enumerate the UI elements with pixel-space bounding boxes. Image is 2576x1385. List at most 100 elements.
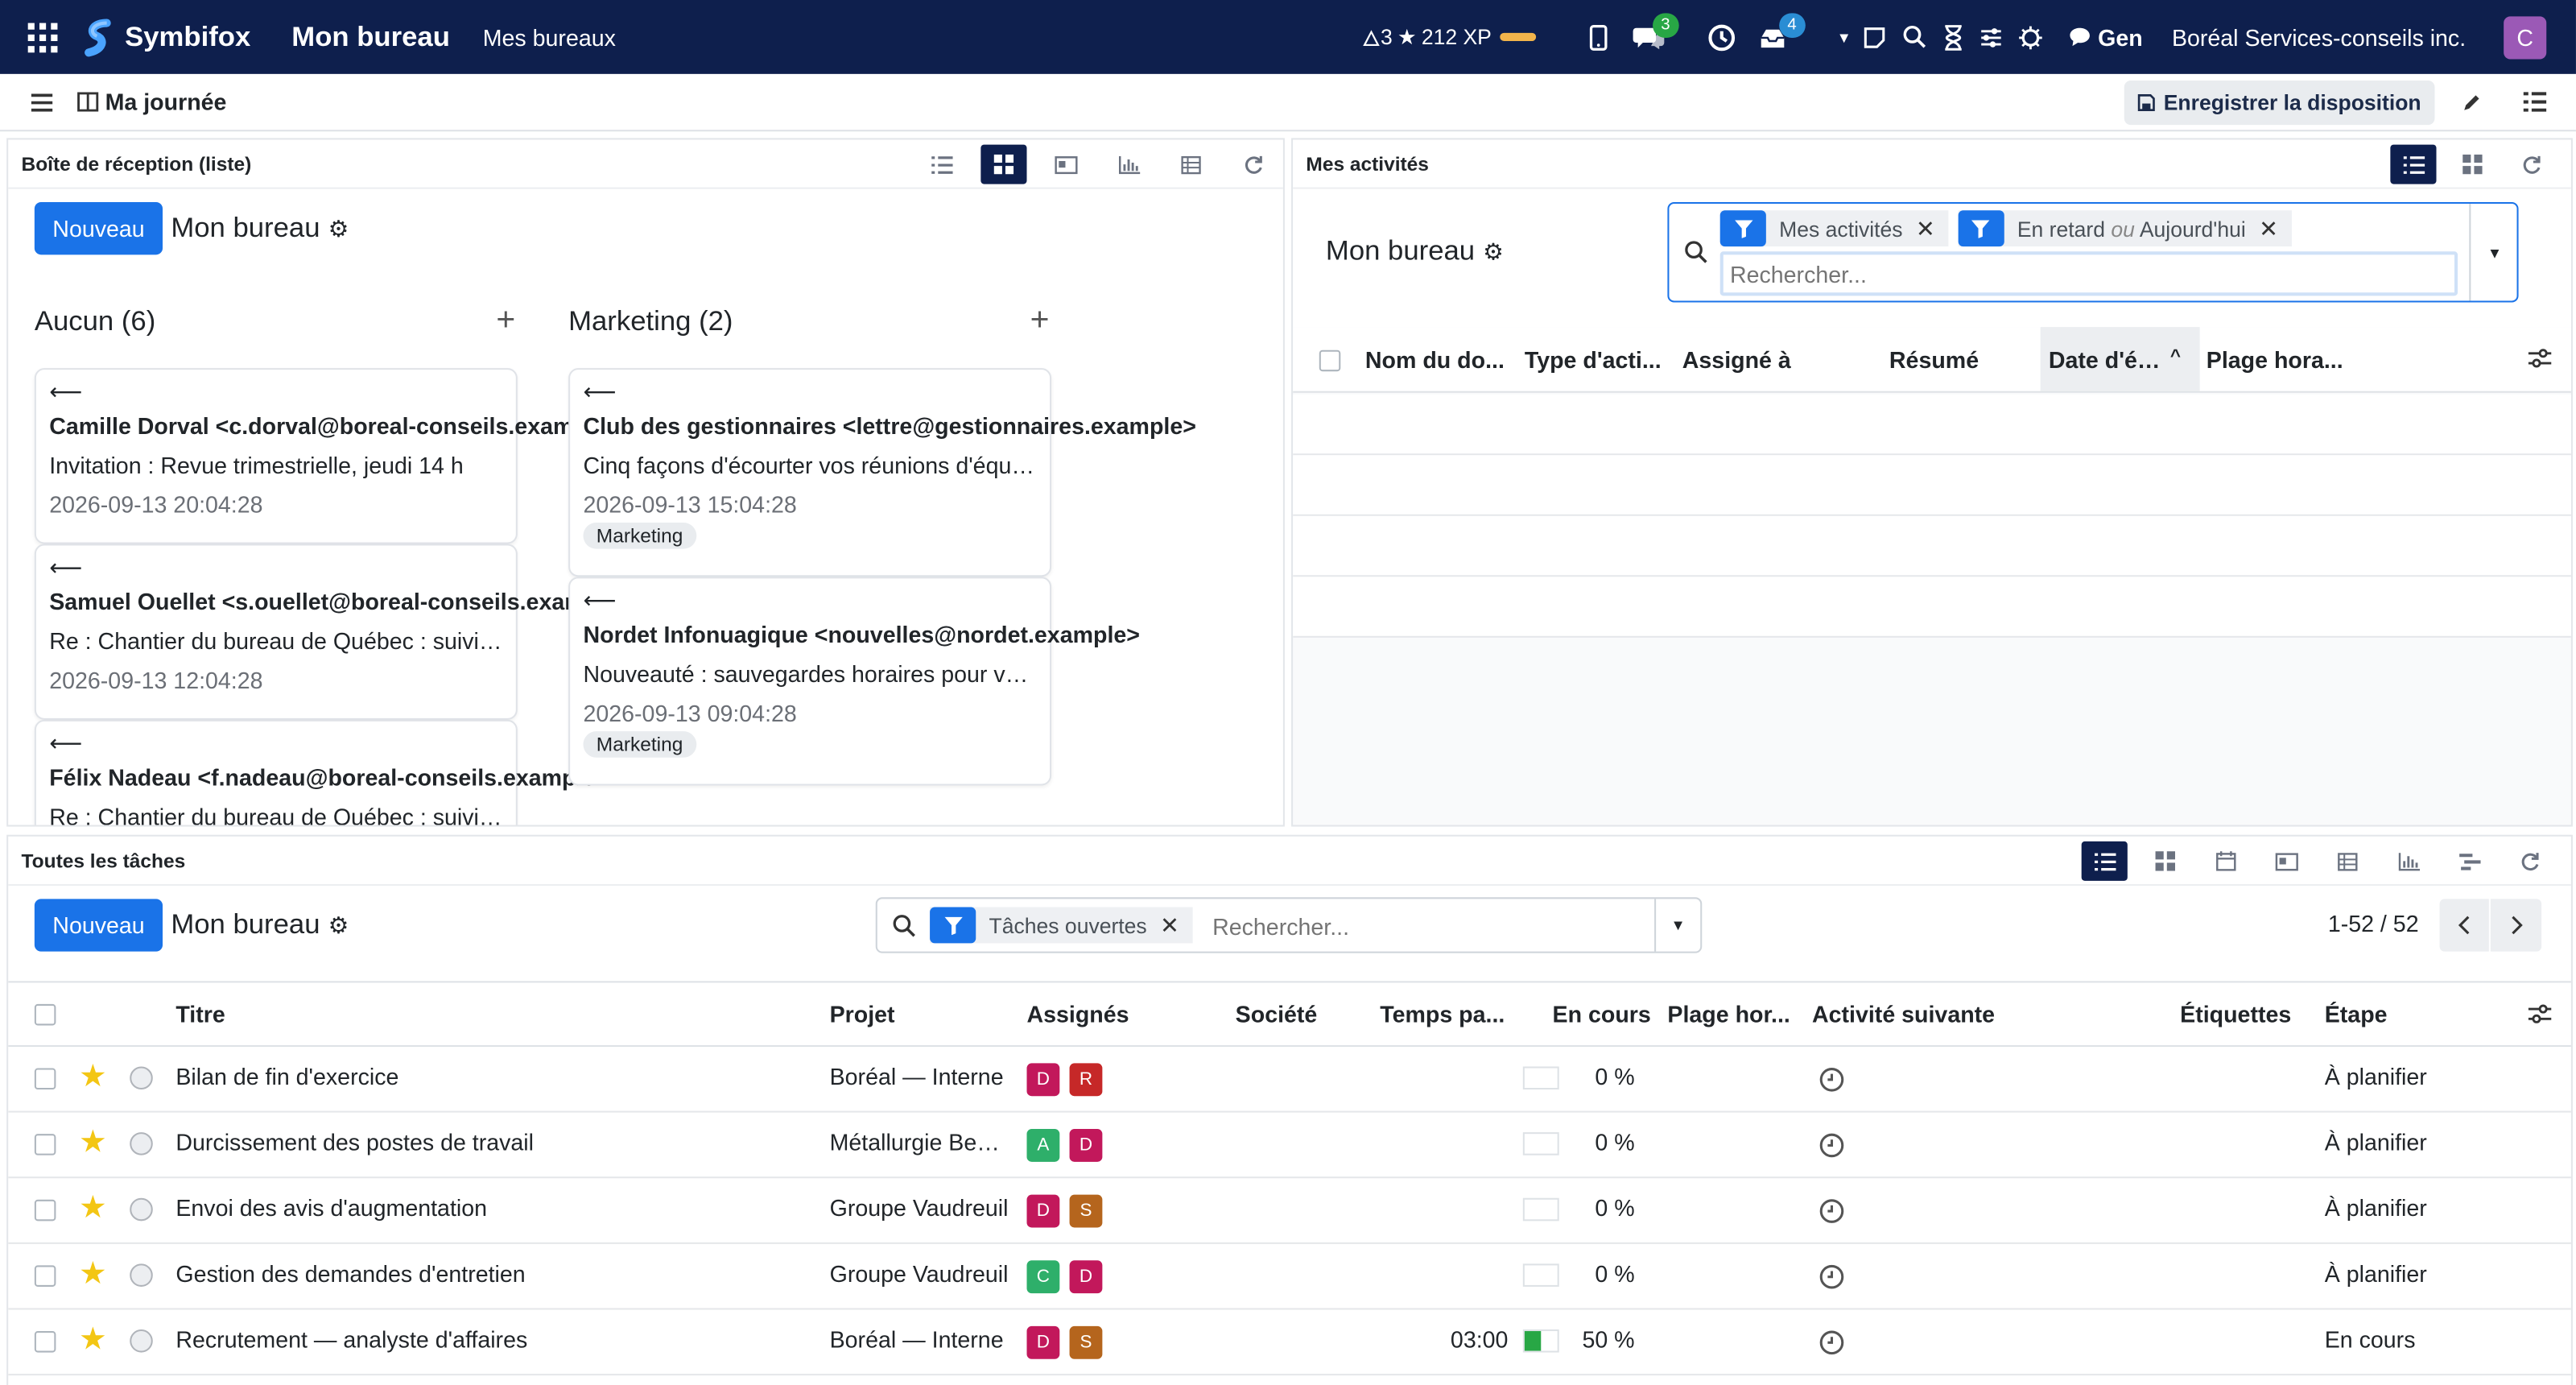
tasks-new-button[interactable]: Nouveau bbox=[34, 899, 163, 952]
activity-clock-icon[interactable] bbox=[1818, 1198, 1845, 1225]
table-row[interactable]: ★ Durcissement des postes de travail Métal… bbox=[8, 1113, 2571, 1179]
hamburger-menu-icon[interactable] bbox=[31, 93, 53, 111]
column-header[interactable]: Type d'acti... bbox=[1525, 346, 1670, 373]
column-header[interactable]: Temps pa... bbox=[1380, 1001, 1511, 1027]
gantt-view-icon[interactable] bbox=[2446, 841, 2492, 881]
kanban-card[interactable]: ⟵ Félix Nadeau <f.nadeau@boreal-conseils… bbox=[34, 719, 609, 825]
column-header[interactable]: Étiquettes bbox=[2180, 1001, 2291, 1027]
priority-star-icon[interactable]: ★ bbox=[79, 1127, 107, 1159]
column-header[interactable]: Résumé bbox=[1889, 346, 2021, 373]
card-view-icon[interactable] bbox=[1043, 145, 1089, 184]
select-all-checkbox[interactable] bbox=[1319, 349, 1341, 372]
kanban-view-icon[interactable] bbox=[2450, 145, 2496, 184]
column-header[interactable]: Projet bbox=[830, 1001, 895, 1027]
tasks-search-input[interactable] bbox=[1212, 908, 1640, 945]
assignee-avatar[interactable]: A bbox=[1026, 1129, 1060, 1162]
note-icon[interactable] bbox=[1863, 0, 1886, 74]
clock-icon[interactable] bbox=[1707, 0, 1736, 74]
pivot-view-icon[interactable] bbox=[1168, 145, 1214, 184]
assignee-avatar[interactable]: D bbox=[1069, 1129, 1103, 1162]
card-view-icon[interactable] bbox=[2264, 841, 2310, 881]
row-checkbox[interactable] bbox=[34, 1265, 56, 1287]
priority-star-icon[interactable]: ★ bbox=[79, 1325, 107, 1356]
gamification-status[interactable]: 🜂 3 ★ 212 XP bbox=[1362, 0, 1536, 74]
column-header[interactable]: Nom du do... bbox=[1365, 346, 1510, 373]
task-title[interactable]: Bilan de fin d'exercice bbox=[175, 1063, 816, 1089]
bug-icon[interactable] bbox=[2017, 0, 2044, 74]
task-title[interactable]: Gestion des demandes d'entretien bbox=[175, 1260, 816, 1287]
kanban-card[interactable]: ⟵ Camille Dorval <c.dorval@boreal-consei… bbox=[34, 368, 620, 544]
column-header[interactable]: Assignés bbox=[1027, 1001, 1129, 1027]
refresh-icon[interactable] bbox=[2508, 145, 2554, 184]
task-title[interactable]: Durcissement des postes de travail bbox=[175, 1129, 816, 1156]
chat-icon[interactable]: 3 bbox=[1633, 0, 1678, 74]
remove-facet-icon[interactable]: ✕ bbox=[1160, 912, 1192, 940]
row-checkbox[interactable] bbox=[34, 1199, 56, 1222]
toggle-search-panel-icon[interactable]: ▼ bbox=[1654, 899, 1700, 952]
kanban-column-title[interactable]: Aucun (6) bbox=[35, 306, 155, 339]
activity-clock-icon[interactable] bbox=[1818, 1263, 1845, 1290]
column-header[interactable]: Titre bbox=[175, 1001, 225, 1027]
filter-facet[interactable]: En retard ou Aujourd'hui ✕ bbox=[1958, 210, 2292, 247]
task-title[interactable]: Recrutement — analyste d'affaires bbox=[175, 1326, 816, 1353]
row-checkbox[interactable] bbox=[34, 1134, 56, 1156]
status-circle-icon[interactable] bbox=[130, 1263, 153, 1287]
activities-search-input[interactable] bbox=[1719, 251, 2458, 296]
assignee-avatar[interactable]: D bbox=[1026, 1194, 1060, 1228]
optional-columns-icon[interactable] bbox=[2528, 1004, 2552, 1023]
activity-clock-icon[interactable] bbox=[1818, 1329, 1845, 1356]
refresh-icon[interactable] bbox=[1231, 145, 1277, 184]
optional-columns-icon[interactable] bbox=[2528, 349, 2552, 368]
mobile-icon[interactable] bbox=[1588, 0, 1608, 74]
column-header[interactable]: Activité suivante bbox=[1812, 1001, 1995, 1027]
graph-view-icon[interactable] bbox=[1105, 145, 1151, 184]
assignee-avatar[interactable]: S bbox=[1069, 1194, 1103, 1228]
priority-star-icon[interactable]: ★ bbox=[79, 1259, 107, 1290]
column-header[interactable]: Assigné à bbox=[1682, 346, 1863, 373]
user-menu[interactable]: C bbox=[2504, 0, 2547, 74]
save-layout-button[interactable]: Enregistrer la disposition bbox=[2124, 80, 2434, 126]
column-header-sorted[interactable]: Date d'éc... bbox=[2049, 346, 2167, 373]
assignee-avatar[interactable]: D bbox=[1026, 1325, 1060, 1359]
row-checkbox[interactable] bbox=[34, 1068, 56, 1090]
tasks-search-box[interactable]: Tâches ouvertes ✕ ▼ bbox=[875, 897, 1703, 953]
kanban-card[interactable]: ⟵ Club des gestionnaires <lettre@gestion… bbox=[568, 368, 1196, 577]
remove-facet-icon[interactable]: ✕ bbox=[2259, 214, 2291, 242]
assignee-avatar[interactable]: D bbox=[1026, 1063, 1060, 1097]
status-circle-icon[interactable] bbox=[130, 1197, 153, 1222]
search-icon[interactable] bbox=[1902, 0, 1927, 74]
graph-view-icon[interactable] bbox=[2385, 841, 2431, 881]
layout-list-icon[interactable] bbox=[2523, 92, 2547, 112]
kanban-view-icon[interactable] bbox=[2142, 841, 2188, 881]
edit-pencil-icon[interactable] bbox=[2462, 92, 2482, 111]
my-day-toggle[interactable]: Ma journée bbox=[77, 89, 226, 115]
assignee-avatar[interactable]: S bbox=[1069, 1325, 1103, 1359]
row-checkbox[interactable] bbox=[34, 1331, 56, 1353]
remove-facet-icon[interactable]: ✕ bbox=[1916, 214, 1948, 242]
column-header[interactable]: Plage hora... bbox=[2207, 346, 2355, 373]
gear-icon[interactable]: ⚙ bbox=[328, 214, 349, 242]
sliders-icon[interactable] bbox=[1979, 0, 2003, 74]
hourglass-icon[interactable] bbox=[1943, 0, 1963, 74]
caret-down-icon[interactable]: ▼ bbox=[1837, 0, 1852, 74]
list-view-icon[interactable] bbox=[2390, 144, 2437, 184]
list-view-icon[interactable] bbox=[919, 145, 964, 184]
activity-clock-icon[interactable] bbox=[1818, 1066, 1845, 1093]
company-switcher[interactable]: Boréal Services-conseils inc. bbox=[2172, 0, 2466, 74]
gear-icon[interactable]: ⚙ bbox=[328, 912, 349, 940]
activities-search-box[interactable]: Mes activités ✕ En retard ou Aujourd'hui… bbox=[1667, 202, 2519, 303]
calendar-view-icon[interactable] bbox=[2203, 841, 2249, 881]
priority-star-icon[interactable]: ★ bbox=[79, 1193, 107, 1225]
pivot-view-icon[interactable] bbox=[2325, 841, 2371, 881]
ai-gen-button[interactable]: Gen bbox=[2068, 0, 2143, 74]
task-title[interactable]: Envoi des avis d'augmentation bbox=[175, 1195, 816, 1222]
table-row[interactable]: ★ Bilan de fin d'exercice Boréal — Interne… bbox=[8, 1047, 2571, 1113]
kanban-card[interactable]: ⟵ Samuel Ouellet <s.ouellet@boreal-conse… bbox=[34, 544, 632, 720]
inbox-new-button[interactable]: Nouveau bbox=[34, 202, 163, 255]
status-circle-icon[interactable] bbox=[130, 1066, 153, 1090]
refresh-icon[interactable] bbox=[2507, 841, 2553, 881]
table-row[interactable]: ★ Recrutement — analyste d'affaires Boréal… bbox=[8, 1310, 2571, 1376]
status-circle-icon[interactable] bbox=[130, 1329, 153, 1353]
table-row[interactable]: ★ Gestion des demandes d'entretien Groupe … bbox=[8, 1244, 2571, 1310]
add-column-record-icon[interactable]: + bbox=[1030, 303, 1050, 341]
